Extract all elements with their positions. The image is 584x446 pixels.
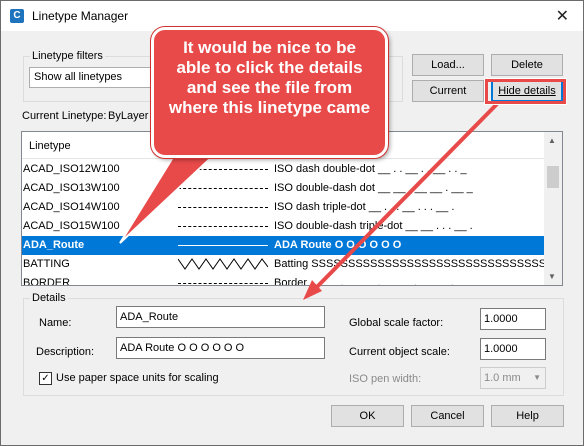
linetype-name: BATTING <box>23 258 70 270</box>
linetype-description: ISO dash triple-dot __ . . . __ . . . __… <box>274 201 455 213</box>
app-icon: C <box>10 9 24 23</box>
linetype-appearance <box>178 169 268 170</box>
list-item[interactable]: ACAD_ISO14W100 ISO dash triple-dot __ . … <box>22 198 544 217</box>
linetype-filter-select[interactable]: Show all linetypes <box>29 67 154 88</box>
delete-button-label: Delete <box>511 59 543 71</box>
list-item[interactable]: ACAD_ISO12W100 ISO dash double-dot __ . … <box>22 160 544 179</box>
linetype-appearance <box>178 207 268 208</box>
linetype-description: Batting SSSSSSSSSSSSSSSSSSSSSSSSSSSSSSSS… <box>274 258 563 270</box>
linetype-appearance <box>178 226 268 227</box>
paper-space-label: Use paper space units for scaling <box>56 372 219 384</box>
close-icon[interactable]: ✕ <box>556 6 569 26</box>
global-scale-label: Global scale factor: <box>349 317 444 329</box>
list-item-selected[interactable]: ADA_Route ADA Route O O O O O O <box>22 236 544 255</box>
current-linetype-value: ByLayer <box>108 110 149 122</box>
name-label: Name: <box>39 317 72 329</box>
current-scale-label: Current object scale: <box>349 346 450 358</box>
linetype-appearance <box>178 258 268 270</box>
iso-pen-value: 1.0 mm <box>484 372 521 384</box>
scroll-thumb[interactable] <box>547 166 559 188</box>
linetype-appearance <box>178 245 268 246</box>
linetype-name: ACAD_ISO15W100 <box>23 220 120 232</box>
iso-pen-label: ISO pen width: <box>349 373 422 385</box>
cancel-button-label: Cancel <box>430 410 465 422</box>
linetype-appearance <box>178 283 268 284</box>
hide-details-highlight <box>485 79 566 104</box>
linetype-appearance <box>178 188 268 189</box>
list-item[interactable]: ACAD_ISO15W100 ISO double-dash triple-do… <box>22 217 544 236</box>
current-scale-field[interactable]: 1.0000 <box>480 338 546 360</box>
linetype-name: BORDER <box>23 277 71 286</box>
ok-button[interactable]: OK <box>331 405 404 427</box>
name-field[interactable]: ADA_Route <box>116 306 325 328</box>
linetype-description: ADA Route O O O O O O <box>274 239 402 251</box>
description-label: Description: <box>36 346 95 358</box>
list-scrollbar[interactable]: ▲ ▼ <box>544 132 562 285</box>
load-button-label: Load... <box>431 59 465 71</box>
linetype-description: Border __ __ . __ __ . __ __ . __ __ . <box>274 277 454 286</box>
ok-button-label: OK <box>359 410 376 422</box>
list-item[interactable]: BATTING Batting SSSSSSSSSSSSSSSSSSSSSSSS… <box>22 255 562 274</box>
load-button[interactable]: Load... <box>412 54 484 76</box>
linetype-filters-legend: Linetype filters <box>32 50 103 62</box>
details-legend: Details <box>32 292 66 304</box>
scroll-up-icon[interactable]: ▲ <box>548 136 556 145</box>
help-button-label: Help <box>516 410 539 422</box>
delete-button[interactable]: Delete <box>491 54 563 76</box>
global-scale-field[interactable]: 1.0000 <box>480 308 546 330</box>
linetype-name: ADA_Route <box>23 239 85 251</box>
list-item[interactable]: ACAD_ISO13W100 ISO double-dash dot __ __… <box>22 179 544 198</box>
scroll-down-icon[interactable]: ▼ <box>548 272 556 281</box>
help-button[interactable]: Help <box>491 405 564 427</box>
linetype-description: ISO double-dash triple-dot __ __ . . . _… <box>274 220 473 232</box>
current-button[interactable]: Current <box>412 80 484 102</box>
linetype-name: ACAD_ISO12W100 <box>23 163 120 175</box>
iso-pen-select: 1.0 mm ▼ <box>480 367 546 389</box>
linetype-name: ACAD_ISO14W100 <box>23 201 120 213</box>
chevron-down-icon: ▼ <box>533 373 541 382</box>
cancel-button[interactable]: Cancel <box>411 405 484 427</box>
description-field[interactable]: ADA Route O O O O O O <box>116 337 325 359</box>
linetype-description: ISO dash double-dot __ . . __ . . __ . .… <box>274 163 467 175</box>
linetype-name: ACAD_ISO13W100 <box>23 182 120 194</box>
paper-space-checkbox[interactable]: ✓ <box>39 372 52 385</box>
list-item[interactable]: BORDER Border __ __ . __ __ . __ __ . __… <box>22 274 544 286</box>
annotation-callout: It would be nice to be able to click the… <box>151 27 388 158</box>
current-button-label: Current <box>429 85 467 97</box>
window-title: Linetype Manager <box>32 9 129 23</box>
current-linetype-label: Current Linetype: <box>22 110 107 122</box>
linetype-filter-value: Show all linetypes <box>34 71 123 83</box>
linetype-description: ISO double-dash dot __ __ . __ __ . __ _ <box>274 182 473 194</box>
